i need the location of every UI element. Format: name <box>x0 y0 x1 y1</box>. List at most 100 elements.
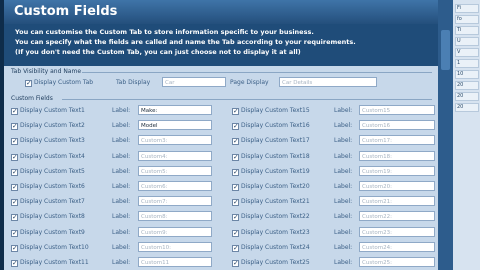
custom-label-field[interactable]: Custom22: <box>359 211 435 222</box>
custom-label-field[interactable]: Custom6: <box>138 181 212 191</box>
label-caption: Label: <box>112 243 131 251</box>
label-caption: Label: <box>334 167 353 175</box>
custom-text-checkbox[interactable]: ✓ <box>11 214 18 222</box>
label-caption: Label: <box>112 198 131 206</box>
custom-text-display-label: Display Custom Text16 <box>241 122 310 130</box>
label-caption: Label: <box>112 122 131 130</box>
custom-text-checkbox[interactable]: ✓ <box>11 260 18 267</box>
custom-text-display-label: Display Custom Text25 <box>241 259 310 266</box>
display-custom-tab-label: Display Custom Tab <box>34 79 94 86</box>
custom-label-field[interactable]: Custom8: <box>138 211 212 222</box>
label-caption: Label: <box>334 183 353 190</box>
custom-text-display-label: Display Custom Text21 <box>241 198 310 206</box>
background-cell: 20 <box>455 103 479 112</box>
custom-text-checkbox[interactable]: ✓ <box>232 123 239 131</box>
custom-text-display-label: Display Custom Text7 <box>20 198 85 206</box>
label-caption: Label: <box>112 213 131 221</box>
page-display-label: Page Display <box>230 79 269 86</box>
background-cell: 1 <box>455 59 479 68</box>
custom-label-field[interactable]: Model <box>138 120 212 131</box>
custom-text-display-label: Display Custom Text18 <box>241 152 310 160</box>
custom-text-checkbox[interactable]: ✓ <box>11 168 18 176</box>
custom-text-display-label: Display Custom Text22 <box>241 213 310 221</box>
custom-text-display-label: Display Custom Text11 <box>20 259 89 266</box>
custom-label-field[interactable]: Custom16 <box>359 120 435 131</box>
tab-display-field[interactable]: Car <box>162 77 226 87</box>
background-cell: Fi <box>455 4 479 13</box>
custom-text-display-label: Display Custom Text17 <box>241 137 310 145</box>
header-line: You can specify what the fields are call… <box>15 38 356 46</box>
custom-text-checkbox[interactable]: ✓ <box>232 153 239 161</box>
label-caption: Label: <box>334 137 353 145</box>
custom-text-checkbox[interactable]: ✓ <box>11 123 18 131</box>
custom-label-field[interactable]: Custom9: <box>138 226 212 237</box>
custom-text-checkbox[interactable]: ✓ <box>232 168 239 176</box>
custom-label-field[interactable]: Custom23: <box>359 226 435 237</box>
background-cell: Ti <box>455 26 479 35</box>
form-body: Tab Visibility and Name ✓ Display Custom… <box>4 66 438 270</box>
background-cell: V <box>455 48 479 57</box>
label-caption: Label: <box>334 259 353 266</box>
scrollbar[interactable] <box>438 0 453 270</box>
background-cell: U <box>455 37 479 46</box>
custom-text-checkbox[interactable]: ✓ <box>232 214 239 222</box>
label-caption: Label: <box>112 259 131 266</box>
custom-text-checkbox[interactable]: ✓ <box>232 108 239 115</box>
custom-label-field[interactable]: Custom4: <box>138 150 212 161</box>
custom-text-checkbox[interactable]: ✓ <box>11 199 18 207</box>
custom-label-field[interactable]: Custom20: <box>359 181 435 191</box>
custom-text-checkbox[interactable]: ✓ <box>11 138 18 146</box>
custom-fields-group-title: Custom Fields <box>11 95 53 102</box>
header-info: You can customise the Custom Tab to stor… <box>4 24 438 66</box>
label-caption: Label: <box>334 107 353 114</box>
label-caption: Label: <box>334 213 353 221</box>
custom-label-field[interactable]: Custom10: <box>138 241 212 252</box>
label-caption: Label: <box>334 122 353 130</box>
custom-text-display-label: Display Custom Text24 <box>241 243 310 251</box>
scroll-thumb[interactable] <box>441 30 450 70</box>
display-custom-tab-checkbox[interactable]: ✓ <box>25 80 32 87</box>
page-display-field[interactable]: Car Details <box>279 77 377 87</box>
label-caption: Label: <box>112 137 131 145</box>
custom-text-checkbox[interactable]: ✓ <box>11 153 18 161</box>
custom-text-display-label: Display Custom Text23 <box>241 228 310 236</box>
custom-label-field[interactable]: Custom21: <box>359 196 435 207</box>
custom-label-field[interactable]: Custom5: <box>138 165 212 176</box>
custom-text-display-label: Display Custom Text5 <box>20 167 85 175</box>
custom-fields-window: Custom Fields You can customise the Cust… <box>4 0 438 270</box>
custom-text-display-label: Display Custom Text19 <box>241 167 310 175</box>
label-caption: Label: <box>334 228 353 236</box>
custom-text-display-label: Display Custom Text9 <box>20 228 85 236</box>
background-cell: 20 <box>455 92 479 101</box>
custom-label-field[interactable]: Custom11 <box>138 257 212 267</box>
group-divider <box>62 99 432 100</box>
custom-label-field[interactable]: Custom25: <box>359 257 435 267</box>
background-cell: 20 <box>455 81 479 90</box>
label-caption: Label: <box>112 167 131 175</box>
custom-text-checkbox[interactable]: ✓ <box>232 184 239 191</box>
custom-text-checkbox[interactable]: ✓ <box>232 260 239 267</box>
custom-label-field[interactable]: Make: <box>138 105 212 115</box>
custom-text-checkbox[interactable]: ✓ <box>232 199 239 207</box>
custom-label-field[interactable]: Custom24: <box>359 241 435 252</box>
header-line: You can customise the Custom Tab to stor… <box>15 28 314 36</box>
custom-text-display-label: Display Custom Text4 <box>20 152 85 160</box>
label-caption: Label: <box>112 152 131 160</box>
background-cell: fo <box>455 15 479 24</box>
custom-text-checkbox[interactable]: ✓ <box>11 229 18 237</box>
custom-text-checkbox[interactable]: ✓ <box>232 244 239 252</box>
custom-text-checkbox[interactable]: ✓ <box>11 244 18 252</box>
custom-text-checkbox[interactable]: ✓ <box>232 138 239 146</box>
custom-text-checkbox[interactable]: ✓ <box>11 184 18 191</box>
custom-label-field[interactable]: Custom18: <box>359 150 435 161</box>
custom-text-checkbox[interactable]: ✓ <box>232 229 239 237</box>
label-caption: Label: <box>334 243 353 251</box>
custom-text-display-label: Display Custom Text2 <box>20 122 85 130</box>
custom-text-checkbox[interactable]: ✓ <box>11 108 18 115</box>
custom-label-field[interactable]: Custom19: <box>359 165 435 176</box>
custom-label-field[interactable]: Custom7: <box>138 196 212 207</box>
custom-label-field[interactable]: Custom3: <box>138 135 212 146</box>
custom-text-display-label: Display Custom Text10 <box>20 243 89 251</box>
custom-label-field[interactable]: Custom15 <box>359 105 435 115</box>
custom-label-field[interactable]: Custom17: <box>359 135 435 146</box>
